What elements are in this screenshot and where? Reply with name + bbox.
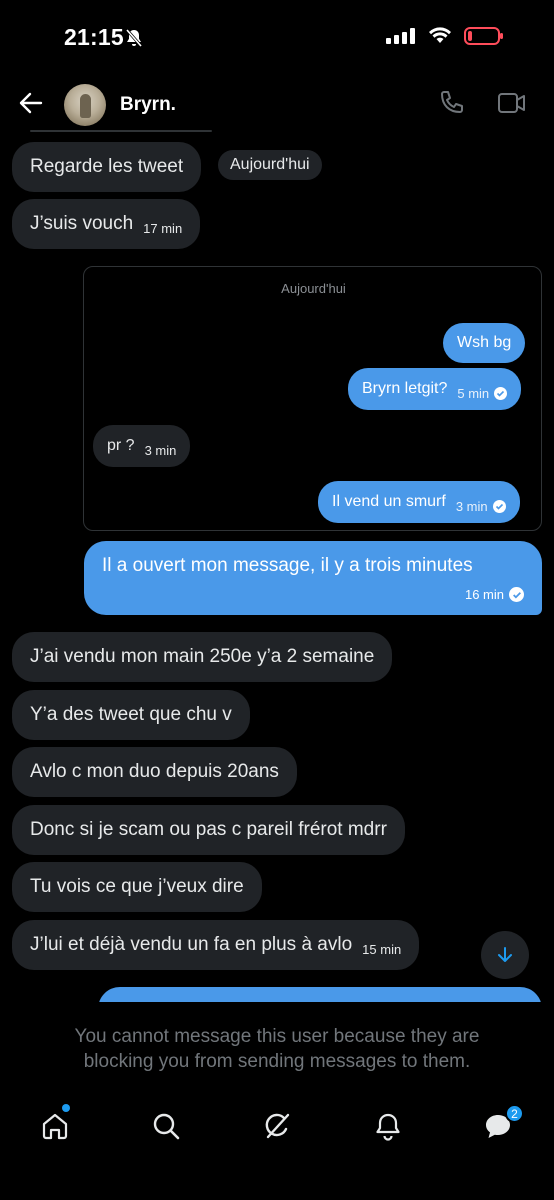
sent-message-bubble[interactable]: Il a ouvert mon message, il y a trois mi… <box>84 541 542 615</box>
message-text: J’ai vendu mon main 250e y’a 2 semaine <box>30 646 375 667</box>
message-bubble[interactable]: J’lui et déjà vendu un fa en plus à avlo… <box>12 920 420 970</box>
embedded-screenshot[interactable]: Aujourd'hui Wsh bg Bryrn letgit? 5 min p… <box>83 266 542 531</box>
blocked-notice-panel: You cannot message this user because the… <box>0 1002 554 1088</box>
message-text: J’lui et déjà vendu un fa en plus à avlo <box>30 934 353 955</box>
message-text: Donc si je scam ou pas c pareil frérot m… <box>30 819 387 840</box>
search-icon <box>153 1113 180 1140</box>
message-bubble[interactable]: Y’a des tweet que chu v <box>12 690 250 740</box>
message-time-status: 16 min <box>465 587 524 602</box>
message-time: 15 min <box>362 941 402 957</box>
message-bubble[interactable]: Regarde les tweet <box>12 142 202 192</box>
check-icon <box>509 587 524 602</box>
cellular-signal-icon <box>386 28 415 44</box>
message-time-status: 5 min <box>457 385 508 401</box>
check-icon <box>492 499 506 513</box>
message-text: Y’a des tweet que chu v <box>30 704 232 725</box>
day-separator: Aujourd'hui <box>218 150 322 180</box>
tab-home[interactable] <box>37 1108 73 1144</box>
message-text: Il vend un smurf <box>332 493 446 510</box>
message-time: 17 min <box>143 220 183 236</box>
header-divider <box>30 130 212 132</box>
bell-icon <box>376 1113 400 1141</box>
message-time: 3 min <box>455 498 488 514</box>
status-time: 21:15 <box>64 24 124 50</box>
tab-grok[interactable] <box>259 1108 295 1144</box>
arrow-down-icon <box>498 947 512 962</box>
tab-search[interactable] <box>148 1108 184 1144</box>
video-icon <box>498 93 525 113</box>
message-text: Bryrn letgit? <box>362 380 448 397</box>
call-button[interactable] <box>438 90 466 118</box>
video-call-button[interactable] <box>497 90 527 118</box>
home-unread-dot <box>62 1104 70 1112</box>
message-text: pr ? <box>107 437 135 454</box>
blocked-notice: You cannot message this user because the… <box>74 1026 480 1072</box>
bottom-tab-bar <box>0 1100 554 1160</box>
embed-message-bubble: Wsh bg <box>443 323 526 363</box>
message-text: Tu vois ce que j’veux dire <box>30 876 244 897</box>
status-indicators <box>386 26 504 46</box>
back-button[interactable] <box>16 88 46 118</box>
message-bubble[interactable]: J’suis vouch 17 min <box>12 199 201 249</box>
message-text: Avlo c mon duo depuis 20ans <box>30 761 279 782</box>
message-bubble[interactable]: Avlo c mon duo depuis 20ans <box>12 747 297 797</box>
message-time-status: 3 min <box>456 499 506 514</box>
phone-icon <box>441 91 463 113</box>
wifi-icon <box>429 27 451 43</box>
embed-day-label: Aujourd'hui <box>281 281 346 296</box>
check-icon <box>494 386 508 400</box>
back-arrow-icon <box>19 92 43 114</box>
scroll-to-bottom-button[interactable] <box>481 931 529 979</box>
message-time: 3 min <box>144 442 177 458</box>
battery-low-icon <box>464 27 503 45</box>
conversation-header: Bryrn. <box>0 76 554 134</box>
embed-message-bubble: pr ? 3 min <box>93 425 191 467</box>
status-bar: 21:15 <box>0 0 554 76</box>
tab-notifications[interactable] <box>370 1108 406 1144</box>
messages-badge: 2 <box>505 1104 524 1123</box>
contact-name[interactable]: Bryrn. <box>120 94 176 116</box>
avatar[interactable] <box>64 84 106 126</box>
message-bubble[interactable]: Tu vois ce que j’veux dire <box>12 862 262 912</box>
bell-muted-icon <box>125 29 143 47</box>
message-bubble[interactable]: J’ai vendu mon main 250e y’a 2 semaine <box>12 632 393 682</box>
message-text: Il a ouvert mon message, il y a trois mi… <box>102 555 473 576</box>
embed-message-bubble: Bryrn letgit? 5 min <box>348 368 522 410</box>
home-icon <box>42 1113 68 1140</box>
message-text: Regarde les tweet <box>30 156 184 177</box>
day-separator-label: Aujourd'hui <box>230 156 310 173</box>
embed-message-bubble: Il vend un smurf 3 min <box>318 481 520 523</box>
message-time: 16 min <box>464 587 504 602</box>
message-time: 5 min <box>457 385 490 401</box>
message-text: Wsh bg <box>457 334 512 351</box>
message-text: J’suis vouch <box>30 213 134 234</box>
message-bubble[interactable]: Donc si je scam ou pas c pareil frérot m… <box>12 805 405 855</box>
grok-icon <box>265 1113 290 1139</box>
